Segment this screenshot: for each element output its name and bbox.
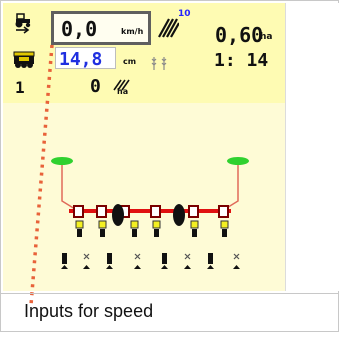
terminal-screen: 0,0 km/h 10 0,60 ha 14,8 cm 1: 14 1 0 ha… xyxy=(0,0,339,332)
callout-line xyxy=(1,1,339,337)
caption-divider xyxy=(1,293,339,294)
caption-text: Inputs for speed xyxy=(24,301,154,321)
